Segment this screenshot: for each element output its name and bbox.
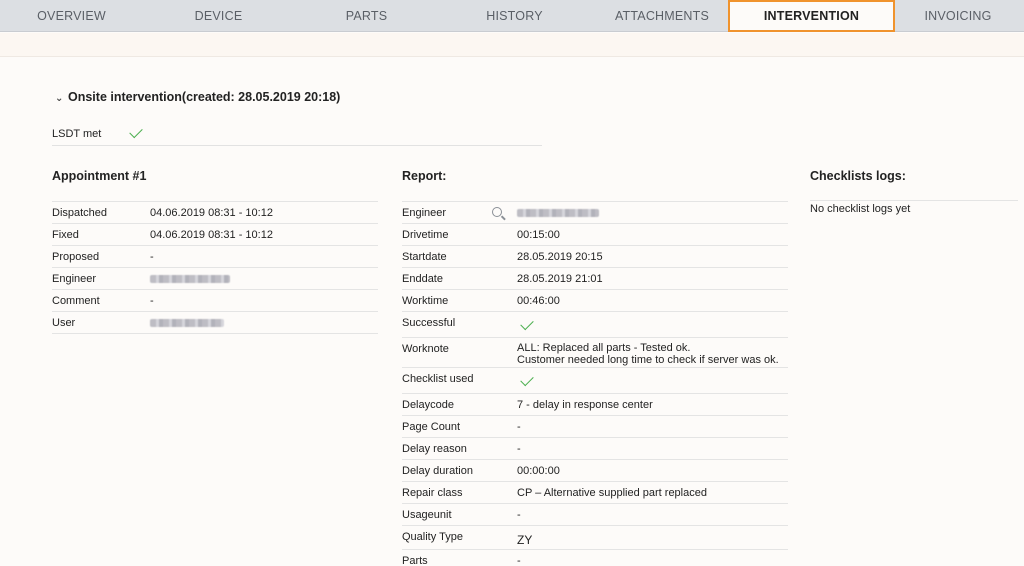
row-value: - xyxy=(517,509,521,521)
report-table: Engineer Drivetime 00:15:00 Startdate 28… xyxy=(402,201,788,566)
lsdt-label: LSDT met xyxy=(52,128,102,140)
section-title: Onsite intervention(created: 28.05.2019 … xyxy=(68,90,341,104)
row-value: - xyxy=(517,421,521,433)
tab-bar: OVERVIEW DEVICE PARTS HISTORY ATTACHMENT… xyxy=(0,0,1024,32)
table-row: Worktime 00:46:00 xyxy=(402,290,788,312)
row-label: Usageunit xyxy=(402,509,452,521)
row-label: Parts xyxy=(402,555,428,566)
check-icon xyxy=(520,372,534,387)
table-row: Usageunit - xyxy=(402,504,788,526)
row-label: Checklist used xyxy=(402,373,474,385)
row-label: User xyxy=(52,317,76,329)
row-label: Worknote xyxy=(402,343,449,355)
tab-attachments[interactable]: ATTACHMENTS xyxy=(590,0,734,32)
row-label: Successful xyxy=(402,317,456,329)
table-row: Drivetime 00:15:00 xyxy=(402,224,788,246)
check-icon xyxy=(520,316,534,331)
table-row: Page Count - xyxy=(402,416,788,438)
worknote-line-2: Customer needed long time to check if se… xyxy=(517,354,779,366)
row-label: Delay duration xyxy=(402,465,473,477)
tab-overview[interactable]: OVERVIEW xyxy=(0,0,143,32)
row-value: 04.06.2019 08:31 - 10:12 xyxy=(150,207,273,219)
check-icon xyxy=(129,124,143,139)
tab-intervention[interactable]: INTERVENTION xyxy=(728,0,895,32)
tab-parts[interactable]: PARTS xyxy=(294,0,439,32)
table-row: Quality Type ZY xyxy=(402,526,788,550)
table-row: Checklist used xyxy=(402,368,788,394)
table-row: Successful xyxy=(402,312,788,338)
row-label: Delaycode xyxy=(402,399,454,411)
row-label: Worktime xyxy=(402,295,449,307)
table-row: Delay duration 00:00:00 xyxy=(402,460,788,482)
row-value: 00:15:00 xyxy=(517,229,560,241)
divider xyxy=(810,200,1018,201)
row-value: - xyxy=(517,555,521,566)
row-label: Fixed xyxy=(52,229,79,241)
table-row: Proposed - xyxy=(52,246,378,268)
redacted-value xyxy=(150,319,224,328)
row-value: ZY xyxy=(517,533,533,547)
row-label: Enddate xyxy=(402,273,443,285)
row-label: Proposed xyxy=(52,251,100,263)
report-title: Report: xyxy=(402,169,447,183)
sub-bar xyxy=(0,33,1024,57)
row-value-redacted xyxy=(517,207,599,219)
table-row: Repair class CP – Alternative supplied p… xyxy=(402,482,788,504)
row-value: - xyxy=(517,443,521,455)
row-value: 00:46:00 xyxy=(517,295,560,307)
table-row: Fixed 04.06.2019 08:31 - 10:12 xyxy=(52,224,378,246)
row-label: Drivetime xyxy=(402,229,449,241)
row-label: Comment xyxy=(52,295,100,307)
table-row: Startdate 28.05.2019 20:15 xyxy=(402,246,788,268)
table-row: Engineer xyxy=(402,202,788,224)
redacted-value xyxy=(517,209,599,218)
row-value: 7 - delay in response center xyxy=(517,399,653,411)
row-value: ALL: Replaced all parts - Tested ok. Cust… xyxy=(517,342,779,366)
table-row: Delaycode 7 - delay in response center xyxy=(402,394,788,416)
table-row: Dispatched 04.06.2019 08:31 - 10:12 xyxy=(52,202,378,224)
chevron-down-icon: ⌄ xyxy=(55,93,64,104)
row-label: Page Count xyxy=(402,421,461,433)
row-label: Repair class xyxy=(402,487,463,499)
row-label: Delay reason xyxy=(402,443,467,455)
row-label: Engineer xyxy=(402,207,447,219)
row-value: 04.06.2019 08:31 - 10:12 xyxy=(150,229,273,241)
table-row: Enddate 28.05.2019 21:01 xyxy=(402,268,788,290)
tab-invoicing[interactable]: INVOICING xyxy=(888,0,1024,32)
appointment-table: Dispatched 04.06.2019 08:31 - 10:12 Fixe… xyxy=(52,201,378,334)
row-label: Quality Type xyxy=(402,531,463,543)
table-row: Comment - xyxy=(52,290,378,312)
table-row: Worknote ALL: Replaced all parts - Teste… xyxy=(402,338,788,368)
tab-history[interactable]: HISTORY xyxy=(442,0,587,32)
worknote-line-1: ALL: Replaced all parts - Tested ok. xyxy=(517,342,691,354)
row-value: - xyxy=(150,295,154,307)
row-value: 28.05.2019 20:15 xyxy=(517,251,603,263)
row-value-redacted xyxy=(150,273,230,285)
row-value-redacted xyxy=(150,317,224,329)
row-value: 00:00:00 xyxy=(517,465,560,477)
row-label: Engineer xyxy=(52,273,97,285)
row-label: Dispatched xyxy=(52,207,108,219)
checklists-title: Checklists logs: xyxy=(810,169,906,183)
row-value: - xyxy=(150,251,154,263)
row-value: CP – Alternative supplied part replaced xyxy=(517,487,707,499)
checklists-empty-text: No checklist logs yet xyxy=(810,203,911,215)
table-row: Parts - xyxy=(402,550,788,566)
appointment-title: Appointment #1 xyxy=(52,169,147,183)
table-row: User xyxy=(52,312,378,334)
section-toggle[interactable]: ⌄ Onsite intervention(created: 28.05.2019… xyxy=(55,90,340,104)
table-row: Delay reason - xyxy=(402,438,788,460)
search-icon[interactable] xyxy=(492,207,502,217)
row-value: 28.05.2019 21:01 xyxy=(517,273,603,285)
table-row: Engineer xyxy=(52,268,378,290)
tab-device[interactable]: DEVICE xyxy=(147,0,290,32)
lsdt-row: LSDT met xyxy=(52,122,542,146)
redacted-value xyxy=(150,275,230,284)
row-label: Startdate xyxy=(402,251,447,263)
